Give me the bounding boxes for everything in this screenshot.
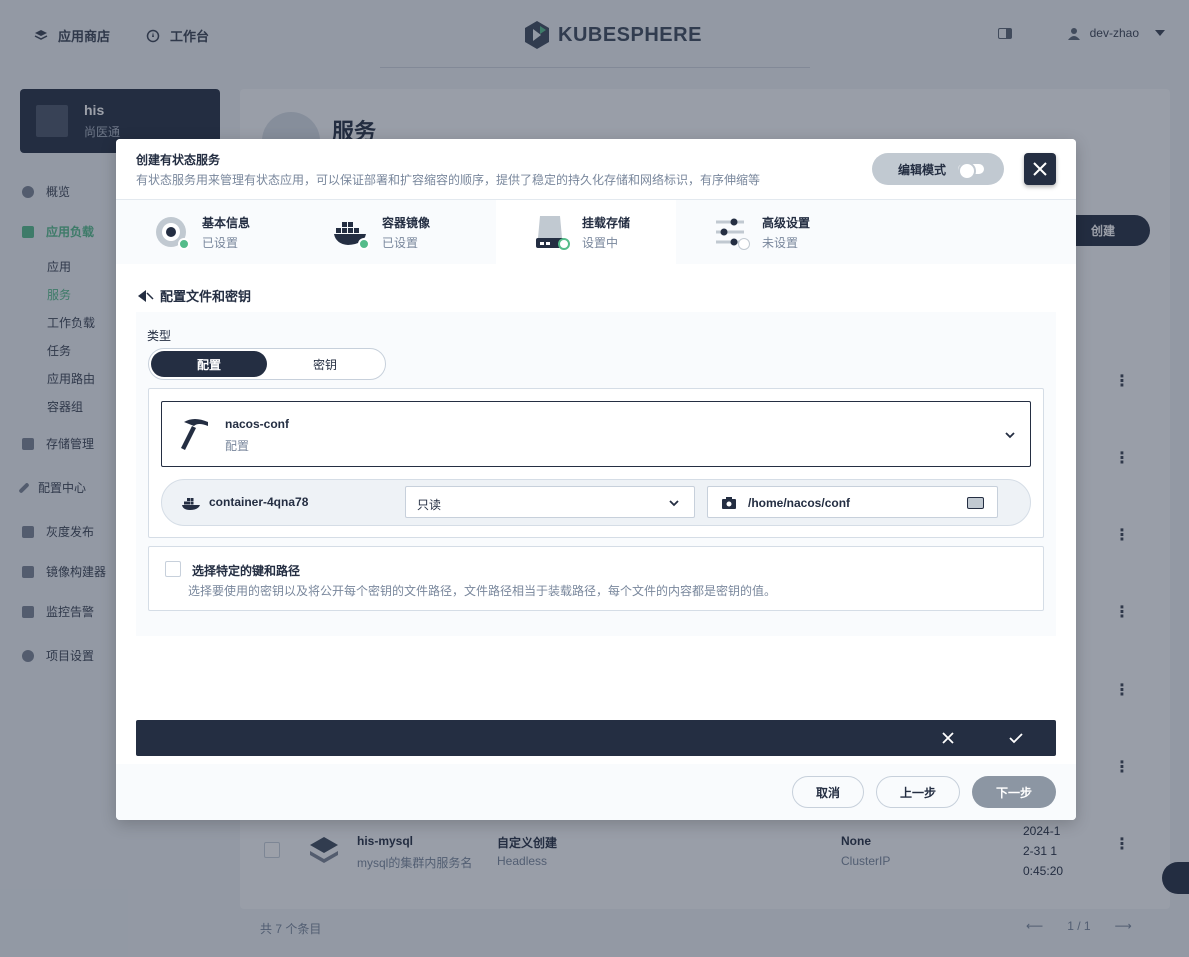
cancel-volume-button[interactable] <box>939 729 957 747</box>
specific-keys-section: 选择特定的键和路径 选择要使用的密钥以及将公开每个密钥的文件路径，文件路径相当于… <box>148 546 1044 611</box>
dialog-footer: 取消 上一步 下一步 <box>116 764 1076 820</box>
close-icon <box>942 732 954 744</box>
previous-step-button[interactable]: 上一步 <box>876 776 960 808</box>
check-icon <box>1009 733 1023 744</box>
camera-icon <box>722 497 736 509</box>
confirm-volume-button[interactable] <box>1007 729 1025 747</box>
step-done-dot <box>358 238 370 250</box>
volume-name: nacos-conf <box>225 417 290 431</box>
wizard-steps: 基本信息 已设置 容器镜像 已设置 挂载存储 设置中 高级设置 未设置 <box>116 200 1076 264</box>
keyboard-icon <box>967 497 984 509</box>
back-link-label: 配置文件和密钥 <box>160 289 252 304</box>
access-mode-select[interactable]: 只读 <box>405 486 695 518</box>
dialog-description: 有状态服务用来管理有状态应用，可以保证部署和扩容缩容的顺序，提供了稳定的持久化存… <box>136 173 761 187</box>
chevron-down-icon <box>1005 432 1015 439</box>
step-advanced-settings[interactable]: 高级设置 未设置 <box>676 200 856 264</box>
step-status: 设置中 <box>582 236 619 250</box>
step-status: 已设置 <box>382 236 419 250</box>
edit-mode-label: 编辑模式 <box>898 162 947 177</box>
dialog-header: 创建有状态服务 有状态服务用来管理有状态应用，可以保证部署和扩容缩容的顺序，提供… <box>116 139 1076 200</box>
type-option-secret[interactable]: 密钥 <box>267 351 383 377</box>
volume-card: nacos-conf 配置 container-4qna78 只读 /home/ <box>148 388 1044 538</box>
dialog-title: 创建有状态服务 <box>136 153 221 167</box>
edit-mode-toggle[interactable]: 编辑模式 <box>872 153 1004 185</box>
docker-icon <box>182 498 200 510</box>
step-basic-info[interactable]: 基本信息 已设置 <box>116 200 296 264</box>
step-in-progress-dot <box>558 238 570 250</box>
back-link[interactable]: 配置文件和密钥 <box>138 286 251 305</box>
close-icon <box>1033 162 1047 176</box>
cancel-button[interactable]: 取消 <box>792 776 864 808</box>
type-segmented-control: 配置 密钥 <box>148 348 386 380</box>
step-mount-storage[interactable]: 挂载存储 设置中 <box>496 200 676 264</box>
step-done-dot <box>178 238 190 250</box>
toggle-switch-icon <box>958 162 985 180</box>
step-name: 容器镜像 <box>382 216 431 230</box>
volume-select[interactable]: nacos-conf 配置 <box>161 401 1031 467</box>
step-name: 基本信息 <box>202 216 251 230</box>
mount-path-value: /home/nacos/conf <box>748 496 851 510</box>
chevron-down-icon <box>669 500 679 507</box>
step-status: 已设置 <box>202 236 239 250</box>
type-label: 类型 <box>147 329 172 343</box>
volume-action-bar <box>136 720 1056 756</box>
specific-keys-description: 选择要使用的密钥以及将公开每个密钥的文件路径，文件路径相当于装载路径，每个文件的… <box>188 584 777 598</box>
back-arrow-icon <box>138 289 154 302</box>
next-step-button[interactable]: 下一步 <box>972 776 1056 808</box>
container-name: container-4qna78 <box>209 495 309 509</box>
mount-row: container-4qna78 只读 /home/nacos/conf <box>161 479 1031 526</box>
volume-type: 配置 <box>225 439 250 453</box>
create-statefulset-dialog: 创建有状态服务 有状态服务用来管理有状态应用，可以保证部署和扩容缩容的顺序，提供… <box>116 139 1076 820</box>
mount-path-input[interactable]: /home/nacos/conf <box>707 486 998 518</box>
step-status: 未设置 <box>762 236 799 250</box>
close-button[interactable] <box>1024 153 1056 185</box>
specific-keys-title: 选择特定的键和路径 <box>192 564 301 578</box>
hammer-icon <box>181 419 208 450</box>
type-option-configmap[interactable]: 配置 <box>151 351 267 377</box>
specific-keys-checkbox[interactable] <box>165 561 181 577</box>
step-container-image[interactable]: 容器镜像 已设置 <box>296 200 476 264</box>
step-name: 挂载存储 <box>582 216 631 230</box>
access-mode-value: 只读 <box>417 498 442 512</box>
step-name: 高级设置 <box>762 216 811 230</box>
config-form: 类型 配置 密钥 nacos-conf 配置 container-4qna78 … <box>136 312 1056 636</box>
step-todo-dot <box>738 238 750 250</box>
